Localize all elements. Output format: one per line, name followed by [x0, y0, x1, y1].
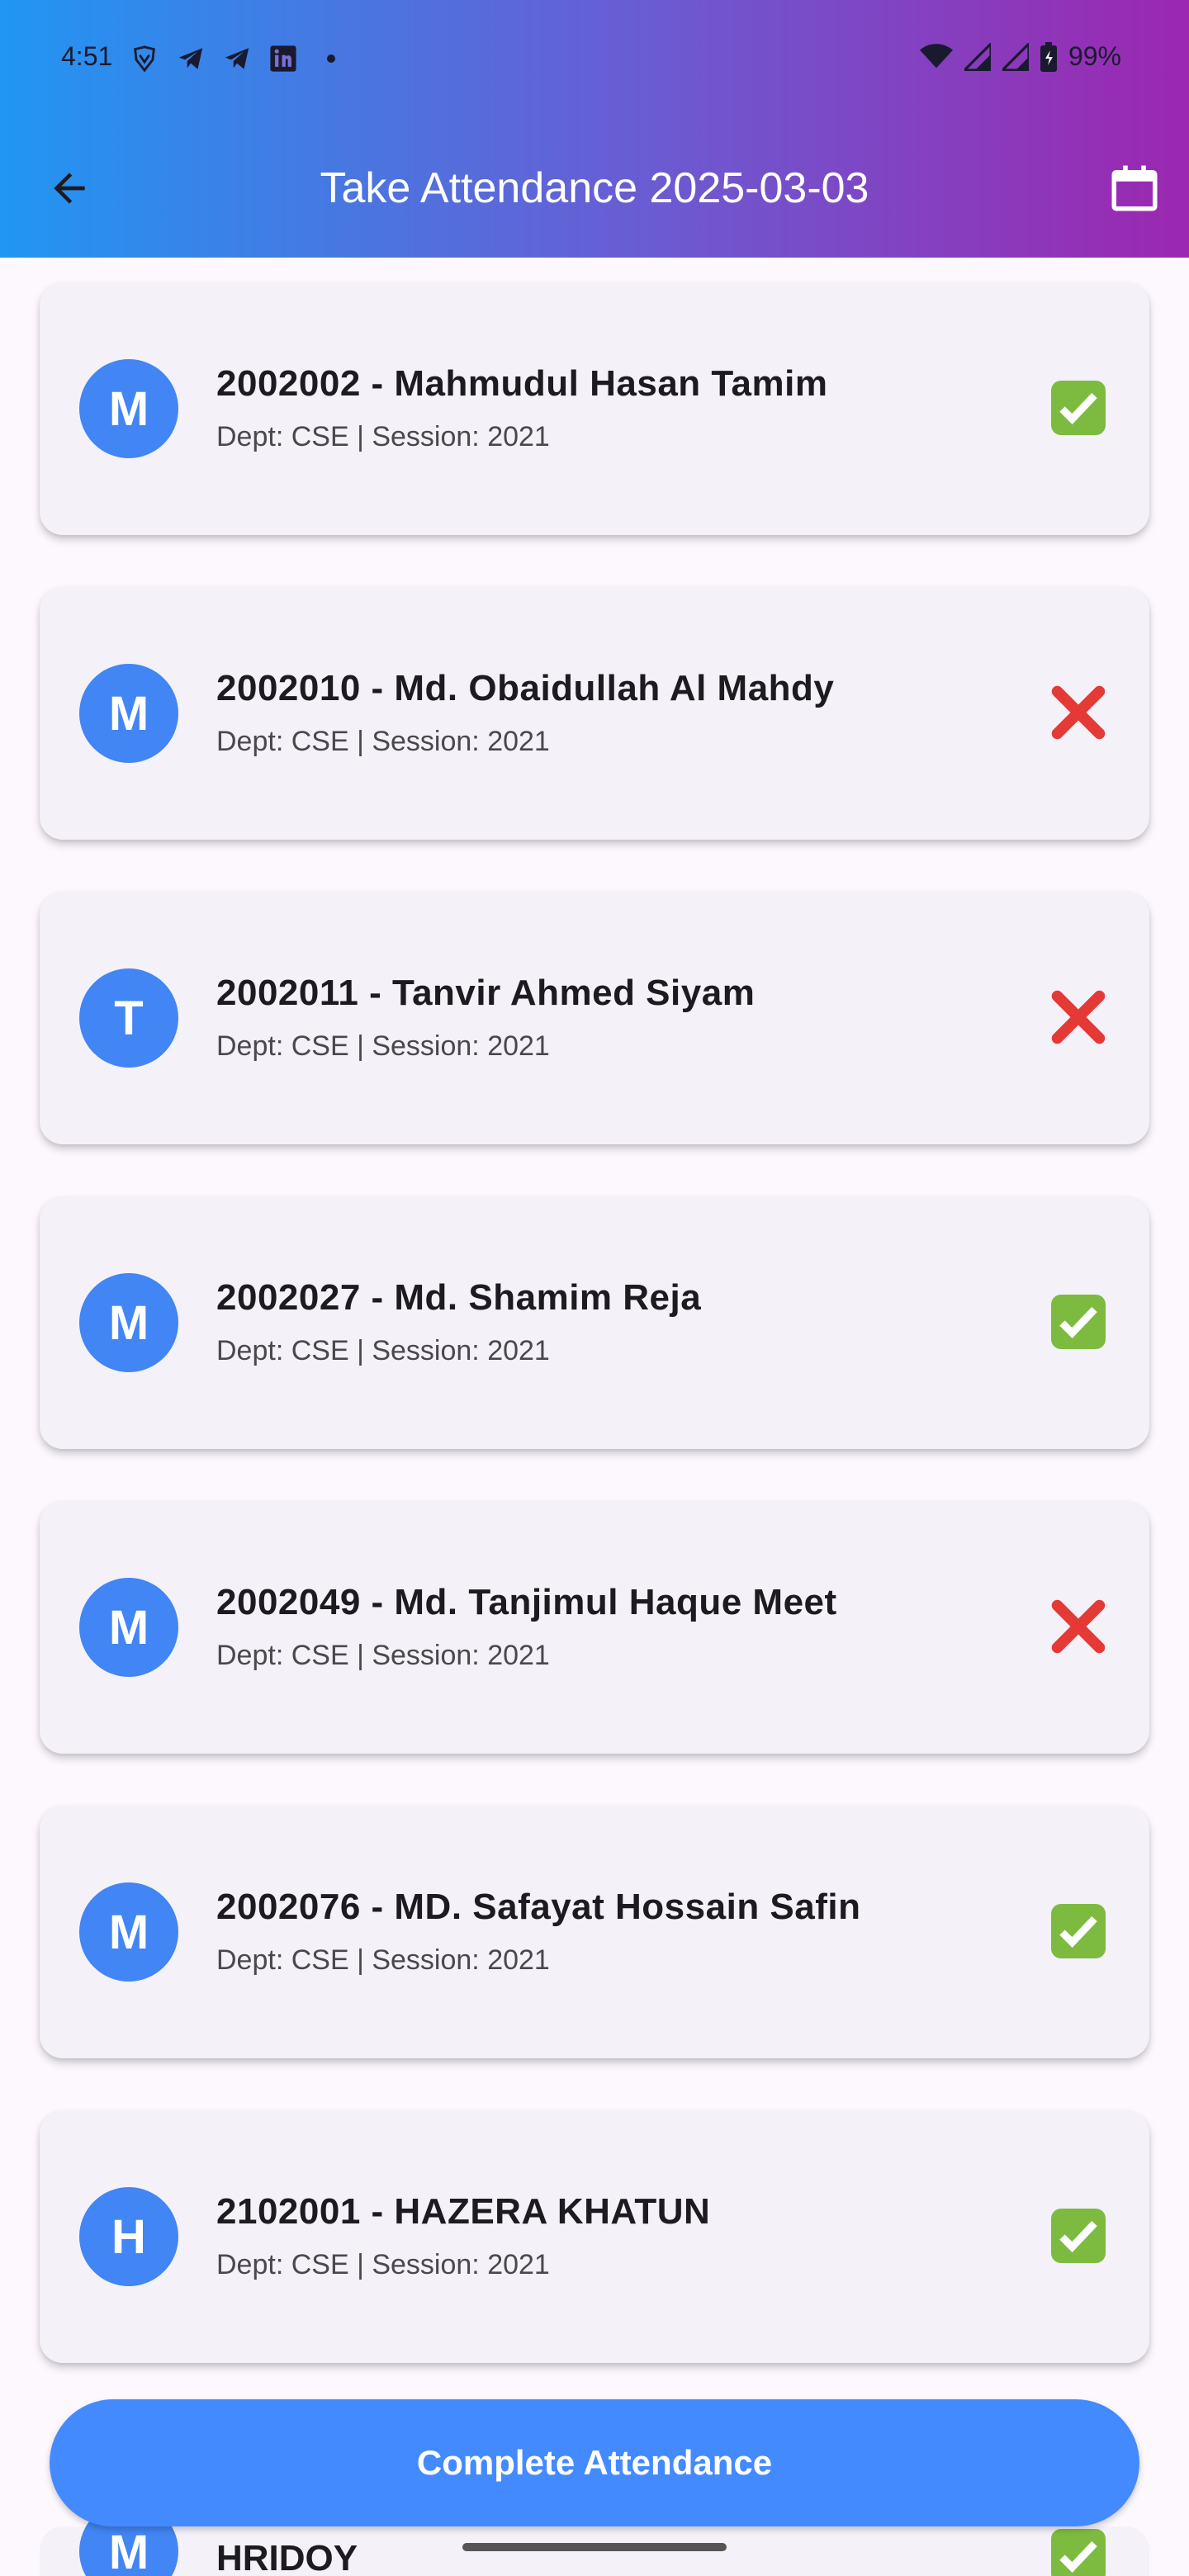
avatar: M [79, 1882, 178, 1982]
status-bar: 4:51 99% [0, 0, 1189, 121]
absent-cross-icon[interactable] [1049, 683, 1108, 742]
signal-icon [1002, 42, 1029, 71]
telegram-icon [178, 48, 203, 69]
present-check-icon[interactable] [1049, 2526, 1108, 2576]
linkedin-icon [270, 45, 296, 72]
list-item[interactable]: M 2002027 - Md. Shamim Reja Dept: CSE | Se… [40, 1196, 1149, 1449]
system-icons: 99% [919, 41, 1121, 72]
home-indicator [462, 2543, 727, 2551]
student-title: 2002027 - Md. Shamim Reja [216, 1277, 702, 1318]
list-item[interactable]: M 2002002 - Mahmudul Hasan Tamim Dept: CSE… [40, 282, 1149, 535]
app-bar: 4:51 99% Take Attendance 2025-03-03 [0, 0, 1189, 258]
list-item[interactable]: M 2002076 - MD. Safayat Hossain Safin Dept… [40, 1806, 1149, 2058]
brave-icon [134, 45, 155, 73]
avatar: M [79, 664, 178, 763]
student-title: 2102001 - HAZERA KHATUN [216, 2191, 711, 2232]
telegram-icon [225, 48, 249, 69]
wifi-icon [919, 43, 953, 68]
battery-icon [1040, 41, 1057, 72]
list-item[interactable] [40, 2526, 1149, 2576]
student-title: 2002076 - MD. Safayat Hossain Safin [216, 1887, 861, 1927]
complete-attendance-button[interactable]: Complete Attendance [50, 2399, 1139, 2526]
present-check-icon[interactable] [1049, 1292, 1108, 1352]
battery-level: 99% [1068, 41, 1121, 71]
status-time: 4:51 [61, 41, 113, 71]
list-item[interactable]: M 2002049 - Md. Tanjimul Haque Meet Dept: … [40, 1501, 1149, 1754]
present-check-icon[interactable] [1049, 1901, 1108, 1961]
notification-icons [130, 45, 335, 73]
attendance-screen: 4:51 99% Take Attendance 2025-03-03 M 20… [0, 0, 1189, 2576]
absent-cross-icon[interactable] [1049, 987, 1108, 1047]
avatar: T [79, 968, 178, 1068]
avatar: M [79, 1578, 178, 1677]
absent-cross-icon[interactable] [1049, 1597, 1108, 1656]
more-notifications-dot [327, 54, 335, 63]
student-subtitle: Dept: CSE | Session: 2021 [216, 1030, 550, 1062]
student-title: 2002011 - Tanvir Ahmed Siyam [216, 973, 756, 1013]
calendar-icon [1111, 165, 1158, 211]
avatar: M [79, 1273, 178, 1372]
calendar-button[interactable] [1105, 159, 1164, 218]
student-subtitle: Dept: CSE | Session: 2021 [216, 1335, 550, 1366]
present-check-icon[interactable] [1049, 2206, 1108, 2266]
list-item[interactable]: H 2102001 - HAZERA KHATUN Dept: CSE | Sess… [40, 2110, 1149, 2363]
student-subtitle: Dept: CSE | Session: 2021 [216, 2249, 550, 2280]
signal-icon [964, 42, 991, 71]
present-check-icon[interactable] [1049, 378, 1108, 438]
avatar: H [79, 2187, 178, 2286]
student-title: 2002010 - Md. Obaidullah Al Mahdy [216, 668, 835, 708]
student-title: HRIDOY [216, 2538, 358, 2576]
student-subtitle: Dept: CSE | Session: 2021 [216, 1640, 550, 1671]
student-title: 2002049 - Md. Tanjimul Haque Meet [216, 1582, 837, 1622]
avatar: M [79, 359, 178, 458]
list-item[interactable]: T 2002011 - Tanvir Ahmed Siyam Dept: CSE |… [40, 892, 1149, 1144]
student-title: 2002002 - Mahmudul Hasan Tamim [216, 363, 828, 404]
student-subtitle: Dept: CSE | Session: 2021 [216, 421, 550, 452]
student-subtitle: Dept: CSE | Session: 2021 [216, 1944, 550, 1976]
page-title: Take Attendance 2025-03-03 [320, 164, 869, 212]
list-item[interactable]: M 2002010 - Md. Obaidullah Al Mahdy Dept: … [40, 587, 1149, 840]
student-subtitle: Dept: CSE | Session: 2021 [216, 726, 550, 757]
